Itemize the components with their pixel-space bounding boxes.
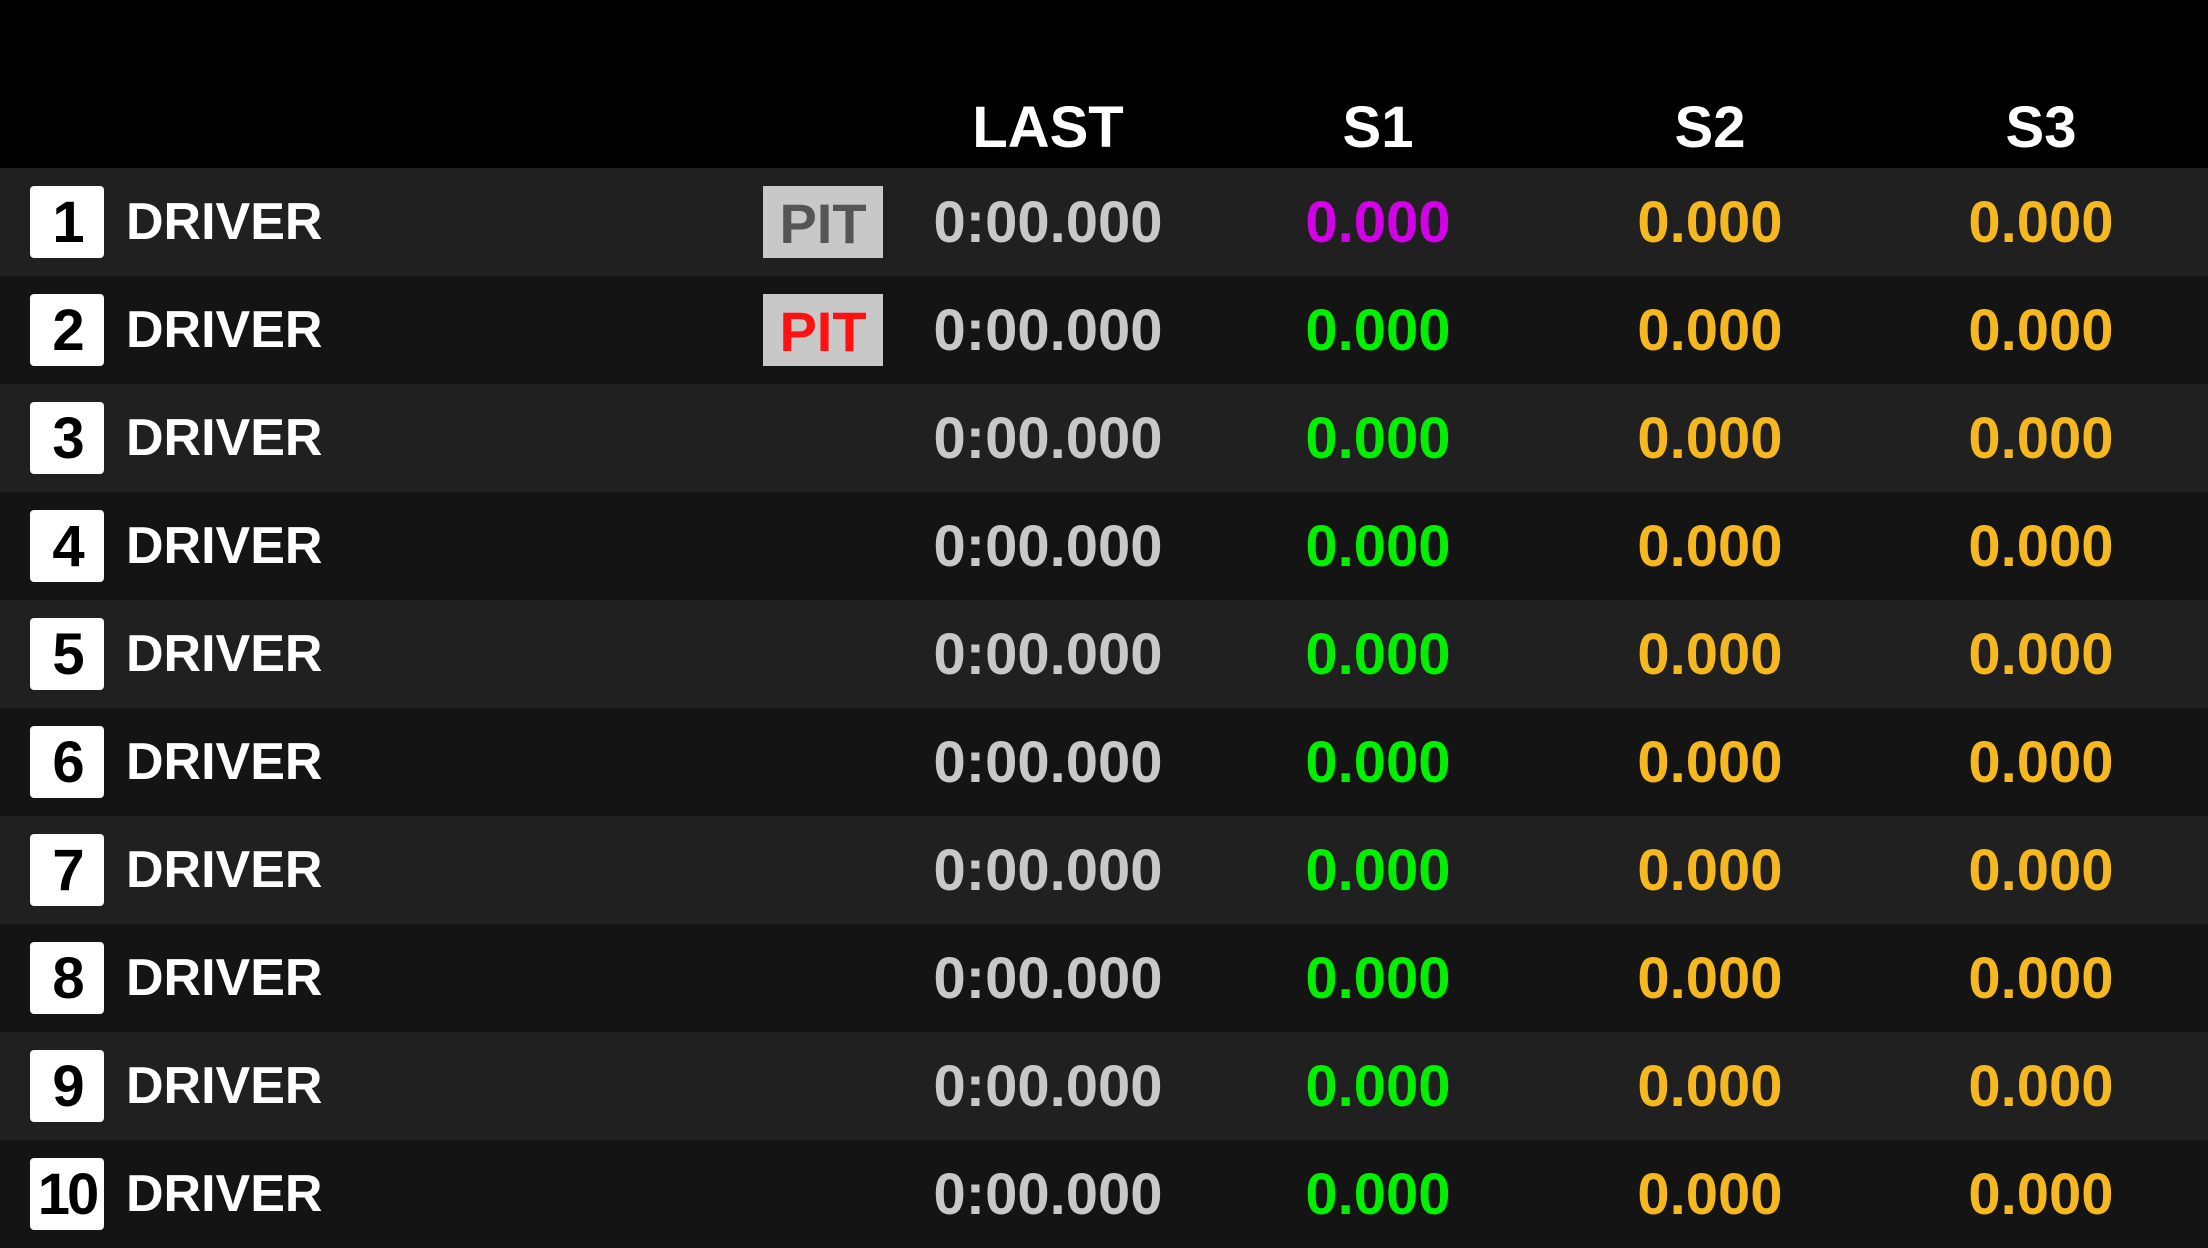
pit-badge: PIT bbox=[763, 186, 883, 258]
sector-2-time: 0.000 bbox=[1637, 1054, 1783, 1119]
sector-1-time: 0.000 bbox=[1305, 406, 1451, 471]
sector-2-time: 0.000 bbox=[1637, 838, 1783, 903]
sector-2-time: 0.000 bbox=[1637, 946, 1783, 1011]
position-badge: 5 bbox=[30, 618, 104, 690]
sector-2-time: 0.000 bbox=[1637, 1162, 1783, 1227]
last-lap-time: 0:00.000 bbox=[933, 1162, 1163, 1227]
driver-name: DRIVER bbox=[126, 949, 323, 1007]
position-badge: 8 bbox=[30, 942, 104, 1014]
table-row: 1 DRIVER PIT 0:00.000 0.000 0.000 0.000 bbox=[0, 168, 2208, 276]
sector-3-time: 0.000 bbox=[1968, 190, 2114, 255]
timing-table: 1 DRIVER PIT 0:00.000 0.000 0.000 0.000 2 DRIVER… bbox=[0, 168, 2208, 1248]
sector-3-time: 0.000 bbox=[1968, 406, 2114, 471]
sector-1-time: 0.000 bbox=[1305, 298, 1451, 363]
sector-3-time: 0.000 bbox=[1968, 838, 2114, 903]
sector-2-time: 0.000 bbox=[1637, 190, 1783, 255]
driver-name: DRIVER bbox=[126, 517, 323, 575]
table-row: 6 DRIVER 0:00.000 0.000 0.000 0.000 bbox=[0, 708, 2208, 816]
table-row: 10 DRIVER 0:00.000 0.000 0.000 0.000 bbox=[0, 1140, 2208, 1248]
column-header-s3: S3 bbox=[2005, 95, 2077, 160]
table-row: 7 DRIVER 0:00.000 0.000 0.000 0.000 bbox=[0, 816, 2208, 924]
pit-badge: PIT bbox=[763, 294, 883, 366]
sector-3-time: 0.000 bbox=[1968, 1054, 2114, 1119]
last-lap-time: 0:00.000 bbox=[933, 1054, 1163, 1119]
sector-2-time: 0.000 bbox=[1637, 406, 1783, 471]
driver-name: DRIVER bbox=[126, 625, 323, 683]
sector-1-time: 0.000 bbox=[1305, 190, 1451, 255]
column-header-s2: S2 bbox=[1674, 95, 1746, 160]
last-lap-time: 0:00.000 bbox=[933, 838, 1163, 903]
position-badge: 6 bbox=[30, 726, 104, 798]
position-badge: 3 bbox=[30, 402, 104, 474]
sector-3-time: 0.000 bbox=[1968, 298, 2114, 363]
sector-3-time: 0.000 bbox=[1968, 946, 2114, 1011]
driver-name: DRIVER bbox=[126, 841, 323, 899]
sector-1-time: 0.000 bbox=[1305, 838, 1451, 903]
table-row: 9 DRIVER 0:00.000 0.000 0.000 0.000 bbox=[0, 1032, 2208, 1140]
sector-3-time: 0.000 bbox=[1968, 1162, 2114, 1227]
sector-1-time: 0.000 bbox=[1305, 622, 1451, 687]
sector-1-time: 0.000 bbox=[1305, 1054, 1451, 1119]
position-badge: 2 bbox=[30, 294, 104, 366]
sector-1-time: 0.000 bbox=[1305, 1162, 1451, 1227]
column-header-last: LAST bbox=[972, 95, 1124, 160]
table-row: 4 DRIVER 0:00.000 0.000 0.000 0.000 bbox=[0, 492, 2208, 600]
position-badge: 1 bbox=[30, 186, 104, 258]
last-lap-time: 0:00.000 bbox=[933, 730, 1163, 795]
sector-3-time: 0.000 bbox=[1968, 622, 2114, 687]
last-lap-time: 0:00.000 bbox=[933, 406, 1163, 471]
last-lap-time: 0:00.000 bbox=[933, 946, 1163, 1011]
last-lap-time: 0:00.000 bbox=[933, 622, 1163, 687]
position-badge: 4 bbox=[30, 510, 104, 582]
sector-1-time: 0.000 bbox=[1305, 514, 1451, 579]
sector-2-time: 0.000 bbox=[1637, 730, 1783, 795]
last-lap-time: 0:00.000 bbox=[933, 298, 1163, 363]
position-badge: 9 bbox=[30, 1050, 104, 1122]
sector-3-time: 0.000 bbox=[1968, 730, 2114, 795]
table-row: 8 DRIVER 0:00.000 0.000 0.000 0.000 bbox=[0, 924, 2208, 1032]
sector-3-time: 0.000 bbox=[1968, 514, 2114, 579]
table-row: 2 DRIVER PIT 0:00.000 0.000 0.000 0.000 bbox=[0, 276, 2208, 384]
table-row: 5 DRIVER 0:00.000 0.000 0.000 0.000 bbox=[0, 600, 2208, 708]
position-badge: 10 bbox=[30, 1158, 104, 1230]
driver-name: DRIVER bbox=[126, 301, 323, 359]
driver-name: DRIVER bbox=[126, 409, 323, 467]
sector-1-time: 0.000 bbox=[1305, 730, 1451, 795]
timing-header: LAST S1 S2 S3 bbox=[0, 0, 2208, 168]
driver-name: DRIVER bbox=[126, 1165, 323, 1223]
driver-name: DRIVER bbox=[126, 193, 323, 251]
driver-name: DRIVER bbox=[126, 733, 323, 791]
sector-1-time: 0.000 bbox=[1305, 946, 1451, 1011]
table-row: 3 DRIVER 0:00.000 0.000 0.000 0.000 bbox=[0, 384, 2208, 492]
position-badge: 7 bbox=[30, 834, 104, 906]
last-lap-time: 0:00.000 bbox=[933, 190, 1163, 255]
sector-2-time: 0.000 bbox=[1637, 514, 1783, 579]
column-header-s1: S1 bbox=[1342, 95, 1414, 160]
last-lap-time: 0:00.000 bbox=[933, 514, 1163, 579]
driver-name: DRIVER bbox=[126, 1057, 323, 1115]
sector-2-time: 0.000 bbox=[1637, 622, 1783, 687]
sector-2-time: 0.000 bbox=[1637, 298, 1783, 363]
